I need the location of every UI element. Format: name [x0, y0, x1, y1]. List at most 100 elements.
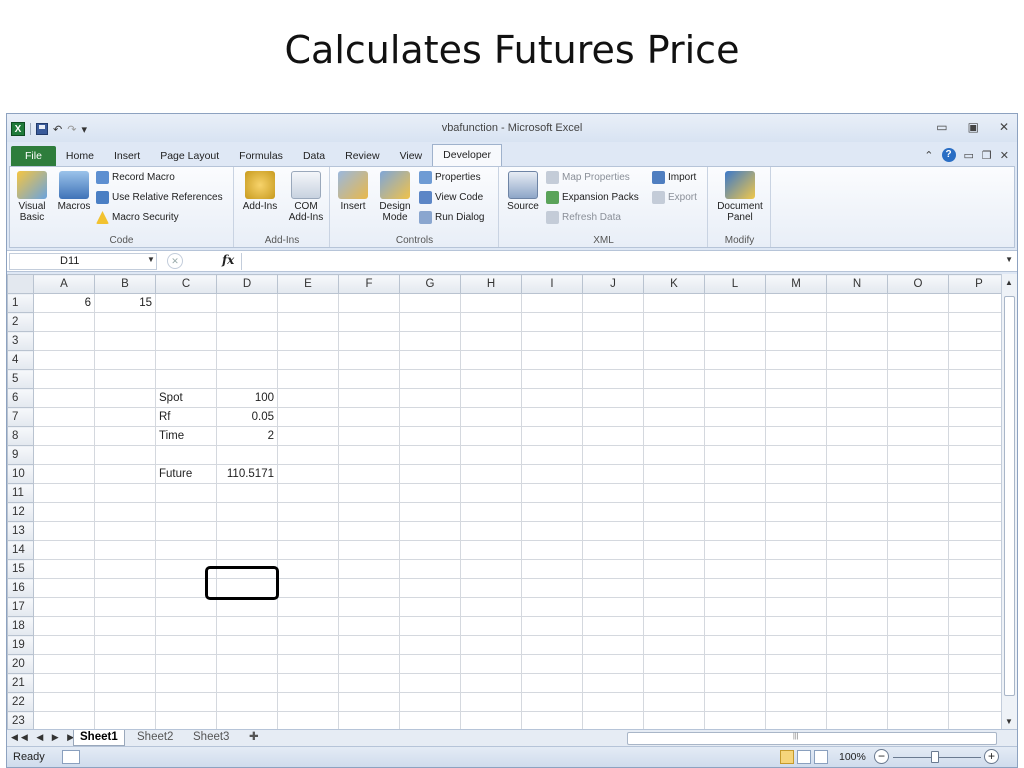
sheet-tab-sheet2[interactable]: Sheet2 — [131, 730, 179, 746]
cell-l9[interactable] — [704, 445, 766, 465]
map-properties-button[interactable]: Map Properties — [546, 171, 630, 184]
cell-d14[interactable] — [216, 540, 278, 560]
cell-f3[interactable] — [338, 331, 400, 351]
cell-n7[interactable] — [826, 407, 888, 427]
cell-m12[interactable] — [765, 502, 827, 522]
cell-b21[interactable] — [94, 673, 156, 693]
select-all-corner[interactable] — [7, 274, 34, 294]
cell-e6[interactable] — [277, 388, 339, 408]
cell-a19[interactable] — [33, 635, 95, 655]
cell-f12[interactable] — [338, 502, 400, 522]
cell-k22[interactable] — [643, 692, 705, 712]
zoom-slider-knob[interactable] — [931, 751, 939, 763]
cell-i21[interactable] — [521, 673, 583, 693]
help-icon[interactable]: ? — [941, 148, 956, 162]
cell-b17[interactable] — [94, 597, 156, 617]
cell-c9[interactable] — [155, 445, 217, 465]
cell-e21[interactable] — [277, 673, 339, 693]
document-panel-button[interactable]: Document Panel — [713, 171, 767, 223]
cell-o20[interactable] — [887, 654, 949, 674]
tab-developer[interactable]: Developer — [432, 144, 503, 166]
com-addins-button[interactable]: COM Add-Ins — [285, 171, 327, 223]
cell-n4[interactable] — [826, 350, 888, 370]
tab-file[interactable]: File — [11, 146, 56, 166]
cell-n21[interactable] — [826, 673, 888, 693]
cell-b4[interactable] — [94, 350, 156, 370]
cell-c12[interactable] — [155, 502, 217, 522]
row-header-21[interactable]: 21 — [7, 673, 34, 693]
cell-k1[interactable] — [643, 293, 705, 313]
row-header-19[interactable]: 19 — [7, 635, 34, 655]
cell-e19[interactable] — [277, 635, 339, 655]
cell-h21[interactable] — [460, 673, 522, 693]
cell-m8[interactable] — [765, 426, 827, 446]
cell-o15[interactable] — [887, 559, 949, 579]
row-header-17[interactable]: 17 — [7, 597, 34, 617]
cell-g18[interactable] — [399, 616, 461, 636]
cell-n5[interactable] — [826, 369, 888, 389]
cell-e2[interactable] — [277, 312, 339, 332]
cell-j20[interactable] — [582, 654, 644, 674]
cell-d1[interactable] — [216, 293, 278, 313]
cell-d17[interactable] — [216, 597, 278, 617]
cell-n16[interactable] — [826, 578, 888, 598]
cell-b22[interactable] — [94, 692, 156, 712]
cell-n14[interactable] — [826, 540, 888, 560]
cell-d3[interactable] — [216, 331, 278, 351]
cell-h12[interactable] — [460, 502, 522, 522]
cell-h23[interactable] — [460, 711, 522, 729]
cell-l22[interactable] — [704, 692, 766, 712]
cell-g10[interactable] — [399, 464, 461, 484]
cell-j10[interactable] — [582, 464, 644, 484]
cell-n13[interactable] — [826, 521, 888, 541]
cell-j9[interactable] — [582, 445, 644, 465]
export-button[interactable]: Export — [652, 191, 697, 204]
cell-a6[interactable] — [33, 388, 95, 408]
cell-k21[interactable] — [643, 673, 705, 693]
cell-b7[interactable] — [94, 407, 156, 427]
cell-o22[interactable] — [887, 692, 949, 712]
row-header-3[interactable]: 3 — [7, 331, 34, 351]
cell-e10[interactable] — [277, 464, 339, 484]
macros-button[interactable]: Macros — [54, 171, 94, 212]
cell-g3[interactable] — [399, 331, 461, 351]
cell-m21[interactable] — [765, 673, 827, 693]
cell-f5[interactable] — [338, 369, 400, 389]
cell-e16[interactable] — [277, 578, 339, 598]
cell-h22[interactable] — [460, 692, 522, 712]
cell-d10[interactable]: 110.5171 — [216, 464, 278, 484]
tab-review[interactable]: Review — [335, 146, 389, 166]
cell-b11[interactable] — [94, 483, 156, 503]
name-box[interactable]: D11 — [9, 253, 157, 270]
column-header-g[interactable]: G — [399, 274, 461, 294]
cell-n8[interactable] — [826, 426, 888, 446]
cell-f17[interactable] — [338, 597, 400, 617]
cell-c23[interactable] — [155, 711, 217, 729]
cell-c11[interactable] — [155, 483, 217, 503]
cell-g20[interactable] — [399, 654, 461, 674]
cell-o7[interactable] — [887, 407, 949, 427]
minimize-ribbon-icon[interactable]: ⌃ — [924, 149, 933, 162]
cell-k9[interactable] — [643, 445, 705, 465]
cell-d9[interactable] — [216, 445, 278, 465]
cell-k19[interactable] — [643, 635, 705, 655]
cell-m17[interactable] — [765, 597, 827, 617]
row-header-5[interactable]: 5 — [7, 369, 34, 389]
cell-o12[interactable] — [887, 502, 949, 522]
cell-o5[interactable] — [887, 369, 949, 389]
cell-m7[interactable] — [765, 407, 827, 427]
cell-l6[interactable] — [704, 388, 766, 408]
cell-i8[interactable] — [521, 426, 583, 446]
cell-e12[interactable] — [277, 502, 339, 522]
cell-e18[interactable] — [277, 616, 339, 636]
cell-b23[interactable] — [94, 711, 156, 729]
row-header-11[interactable]: 11 — [7, 483, 34, 503]
cell-n3[interactable] — [826, 331, 888, 351]
cell-a15[interactable] — [33, 559, 95, 579]
relative-references-button[interactable]: Use Relative References — [96, 191, 223, 204]
row-header-16[interactable]: 16 — [7, 578, 34, 598]
row-header-4[interactable]: 4 — [7, 350, 34, 370]
cell-j11[interactable] — [582, 483, 644, 503]
cell-o21[interactable] — [887, 673, 949, 693]
cell-d5[interactable] — [216, 369, 278, 389]
